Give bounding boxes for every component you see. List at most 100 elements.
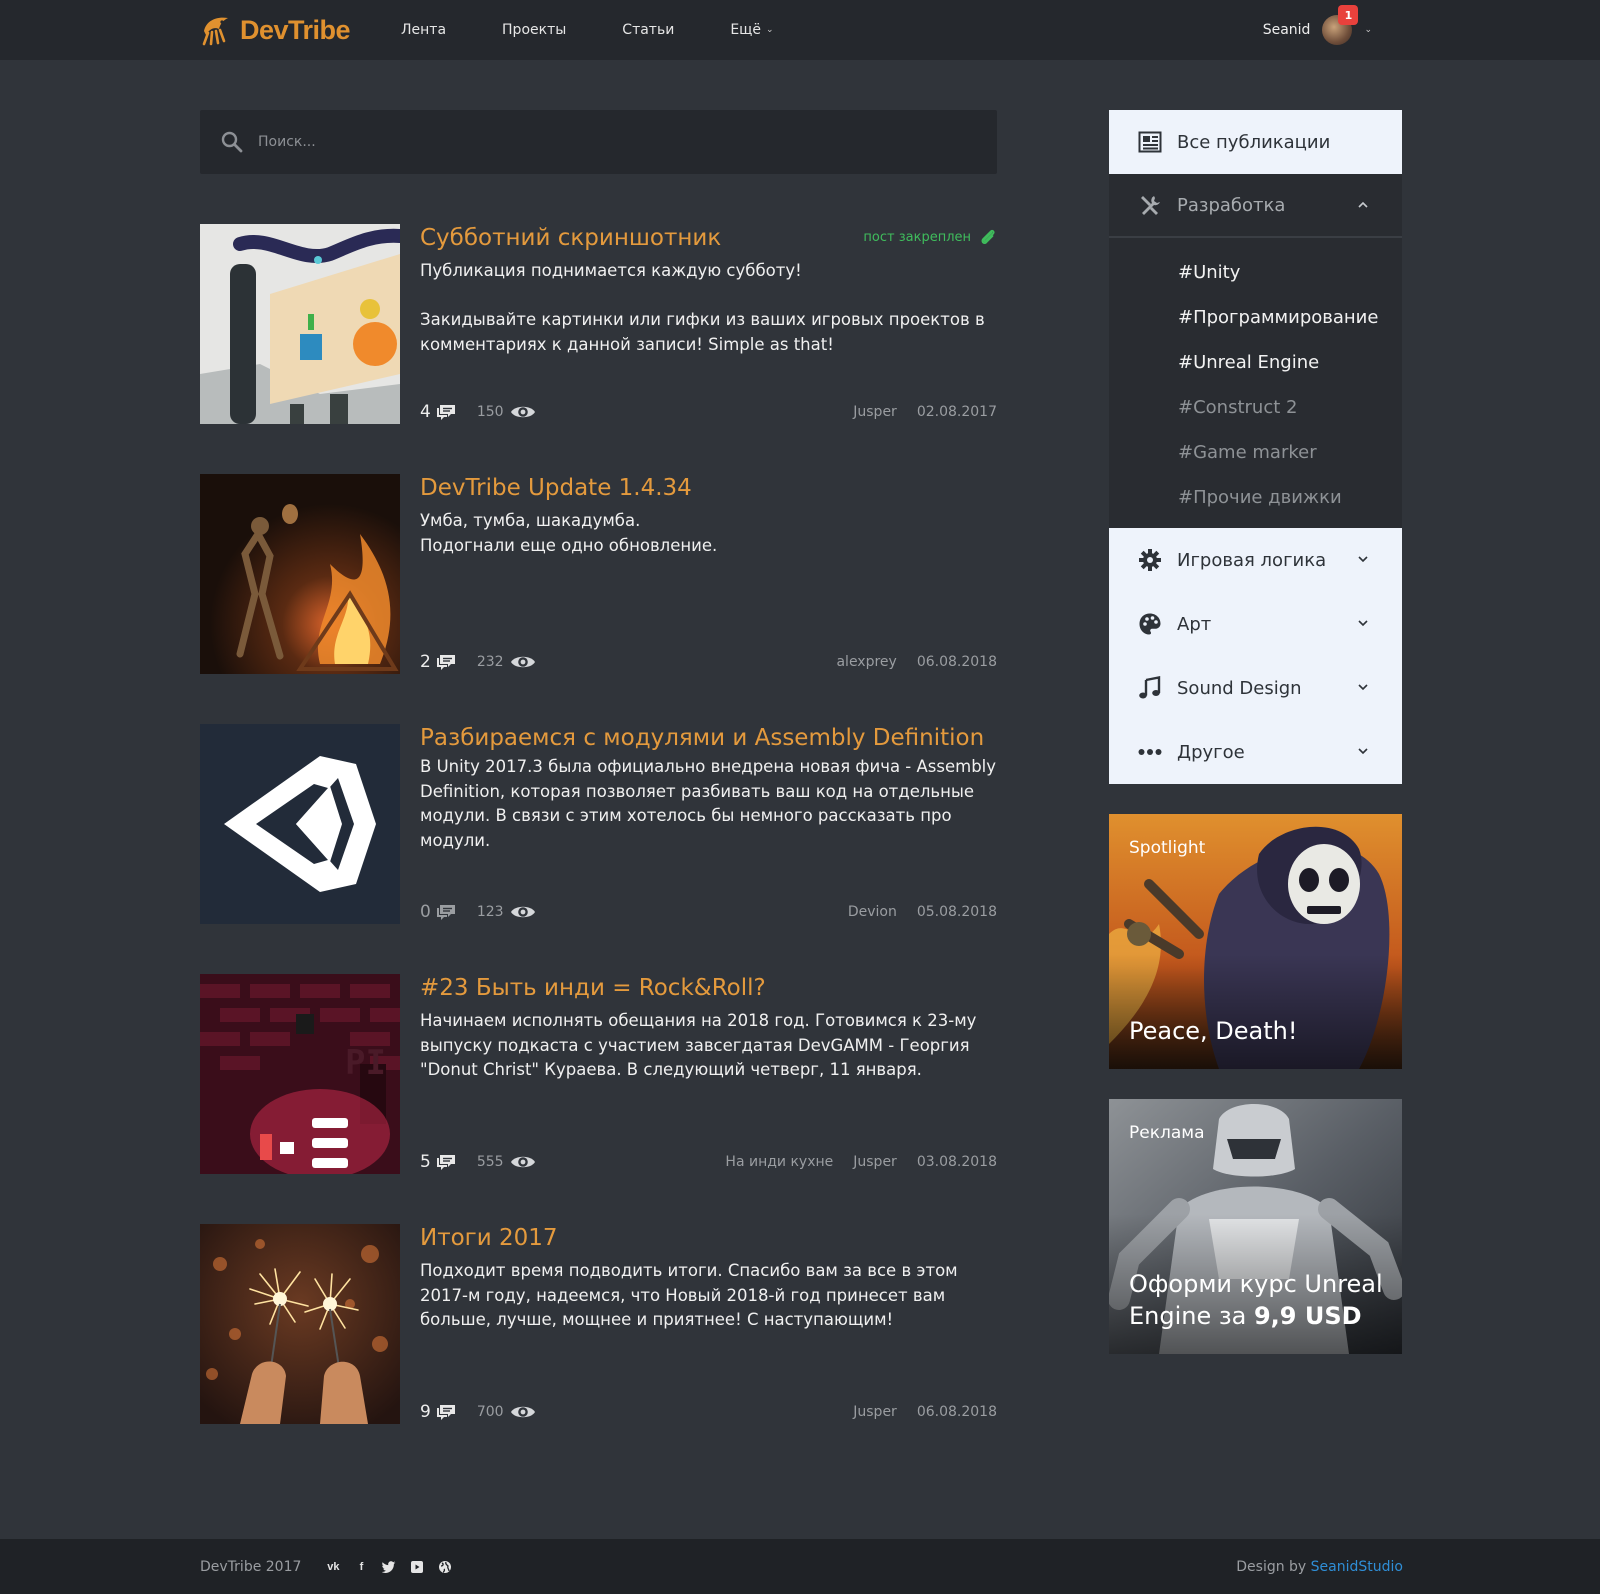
footer-left: DevTribe 2017 vk f <box>200 1559 465 1575</box>
post-title[interactable]: Разбираемся с модулями и Assembly Defini… <box>420 724 997 753</box>
view-count: 555 <box>477 1153 536 1171</box>
comment-count[interactable]: 0 <box>420 902 457 922</box>
pixel-art-image: PI <box>200 974 400 1174</box>
post-category[interactable]: На инди кухне <box>725 1154 833 1170</box>
post-title[interactable]: DevTribe Update 1.4.34 <box>420 474 997 503</box>
nav-item-feed[interactable]: Лента <box>401 22 446 38</box>
eye-icon <box>510 906 535 918</box>
post-thumbnail[interactable]: PI <box>200 974 400 1174</box>
nav-item-articles[interactable]: Статьи <box>622 22 674 38</box>
footer: DevTribe 2017 vk f Design by SeanidStudi… <box>0 1539 1600 1594</box>
comment-count[interactable]: 2 <box>420 652 457 672</box>
tag-other-engines[interactable]: #Прочие движки <box>1109 475 1402 520</box>
svg-text:PI: PI <box>345 1043 386 1083</box>
eye-icon <box>510 656 535 668</box>
spotlight-card[interactable]: Spotlight Peace, Death! <box>1109 814 1402 1069</box>
comment-icon <box>436 905 455 920</box>
post-thumbnail[interactable] <box>200 1224 400 1424</box>
tag-game-marker[interactable]: #Game marker <box>1109 430 1402 475</box>
ad-title[interactable]: Оформи курс Unreal Engine за 9,9 USD <box>1129 1268 1384 1332</box>
sidebar-item-label: Все публикации <box>1177 131 1331 153</box>
user-menu[interactable]: Seanid 1 ⌄ <box>1263 0 1372 60</box>
post-date: 06.08.2018 <box>916 1404 997 1420</box>
post-thumbnail[interactable] <box>200 724 400 924</box>
post-meta-right: alexprey 06.08.2018 <box>816 654 997 670</box>
sidebar-item-sound-design[interactable]: Sound Design <box>1109 656 1402 720</box>
post-item: DevTribe Update 1.4.34 Умба, тумба, шака… <box>200 474 997 674</box>
comment-count[interactable]: 4 <box>420 402 457 422</box>
post-meta-right: Devion 05.08.2018 <box>828 904 997 920</box>
comment-count[interactable]: 9 <box>420 1402 457 1422</box>
post-title[interactable]: #23 Быть инди = Rock&Roll? <box>420 974 997 1003</box>
palette-icon <box>1137 611 1163 637</box>
sidebar-item-art[interactable]: Арт <box>1109 592 1402 656</box>
post-excerpt: Публикация поднимается каждую субботу! З… <box>420 261 985 354</box>
post-thumbnail[interactable] <box>200 224 400 424</box>
ad-card[interactable]: Реклама Оформи курс Unreal Engine за 9,9… <box>1109 1099 1402 1354</box>
facebook-icon[interactable]: f <box>353 1559 369 1575</box>
comment-count[interactable]: 5 <box>420 1152 457 1172</box>
social-links: vk f <box>325 1559 465 1575</box>
footer-credit: Design by SeanidStudio <box>1236 1559 1403 1575</box>
youtube-icon[interactable] <box>409 1559 425 1575</box>
tag-unity[interactable]: #Unity <box>1109 250 1402 295</box>
sidebar-item-game-logic[interactable]: Игровая логика <box>1109 528 1402 592</box>
nav-item-more-label: Ещё <box>730 22 761 38</box>
post-author[interactable]: alexprey <box>836 654 896 670</box>
post-meta-right: Jusper 02.08.2017 <box>833 404 997 420</box>
post-author[interactable]: Jusper <box>853 404 897 420</box>
gear-icon <box>1137 547 1163 573</box>
post-author[interactable]: Devion <box>848 904 897 920</box>
design-by-label: Design by <box>1236 1558 1311 1575</box>
vk-icon[interactable]: vk <box>325 1559 341 1575</box>
post-item: PI #23 Быть инди = Rock&Roll? Начинаем и… <box>200 974 997 1174</box>
tag-unreal-engine[interactable]: #Unreal Engine <box>1109 340 1402 385</box>
view-count-value: 700 <box>476 1404 504 1420</box>
post-meta: 2 232 alexprey 06.08.2018 <box>420 650 997 674</box>
logo[interactable]: DevTribe <box>200 12 351 48</box>
notification-badge[interactable]: 1 <box>1338 5 1359 25</box>
post-thumbnail[interactable] <box>200 474 400 674</box>
comment-icon <box>436 405 455 420</box>
post-author[interactable]: Jusper <box>853 1404 897 1420</box>
sidebar-item-label: Игровая логика <box>1177 549 1327 571</box>
tag-programming[interactable]: #Программирование <box>1109 295 1402 340</box>
avatar[interactable]: 1 <box>1322 5 1359 45</box>
globe-icon[interactable] <box>437 1559 453 1575</box>
newspaper-icon <box>1137 129 1163 155</box>
sidebar-item-all-posts[interactable]: Все публикации <box>1109 110 1402 174</box>
eye-icon <box>510 1156 535 1168</box>
post-author[interactable]: Jusper <box>853 1154 897 1170</box>
nav-item-more[interactable]: Ещё ⌄ <box>730 22 773 38</box>
tag-construct-2[interactable]: #Construct 2 <box>1109 385 1402 430</box>
studio-link[interactable]: SeanidStudio <box>1311 1559 1403 1575</box>
view-count: 232 <box>477 653 536 671</box>
chevron-down-icon <box>1358 748 1368 755</box>
post-title[interactable]: Итоги 2017 <box>420 1224 997 1253</box>
search-input[interactable] <box>258 134 958 150</box>
sidebar-item-other[interactable]: Другое <box>1109 720 1402 784</box>
sidebar-item-development[interactable]: Разработка <box>1109 174 1402 238</box>
tools-icon <box>1137 192 1163 218</box>
chevron-up-icon <box>1358 201 1368 208</box>
twitter-icon[interactable] <box>381 1559 397 1575</box>
view-count: 700 <box>477 1403 536 1421</box>
post-excerpt: В Unity 2017.3 была официально внедрена … <box>420 757 997 850</box>
post-meta-right: Jusper 06.08.2018 <box>833 1404 997 1420</box>
view-count: 150 <box>477 403 536 421</box>
view-count-value: 123 <box>476 904 504 920</box>
chevron-down-icon <box>1358 556 1368 563</box>
main-nav: Лента Проекты Статьи Ещё ⌄ <box>401 0 830 60</box>
footer-copyright: DevTribe 2017 <box>200 1558 302 1575</box>
spotlight-title[interactable]: Peace, Death! <box>1129 1015 1384 1047</box>
post-date: 05.08.2018 <box>916 904 997 920</box>
comment-icon <box>436 1155 455 1170</box>
comment-count-value: 0 <box>420 902 431 922</box>
chevron-down-icon[interactable]: ⌄ <box>1364 25 1372 35</box>
post-meta: 5 555 На инди кухне Jusper 03.08.2018 <box>420 1150 997 1174</box>
unity-logo-image <box>200 724 400 924</box>
tag-list: #Unity #Программирование #Unreal Engine … <box>1109 238 1402 528</box>
nav-item-projects[interactable]: Проекты <box>502 22 566 38</box>
paperclip-icon <box>981 229 995 245</box>
view-count-value: 555 <box>476 1154 504 1170</box>
